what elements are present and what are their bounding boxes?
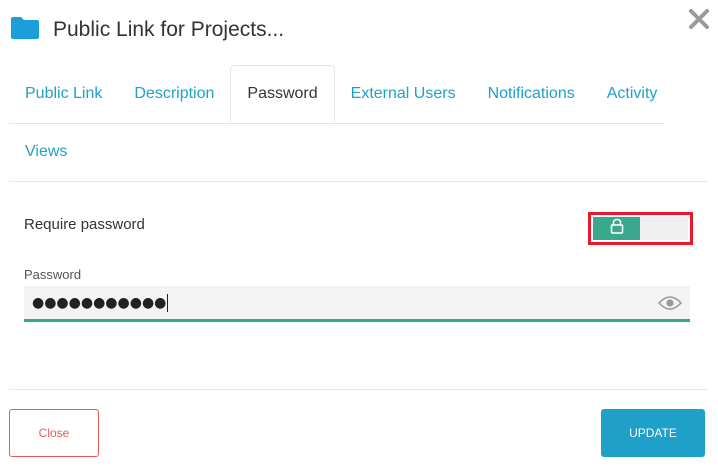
close-button[interactable]: Close bbox=[9, 409, 99, 457]
tab-description[interactable]: Description bbox=[118, 65, 230, 123]
update-button[interactable]: UPDATE bbox=[601, 409, 705, 457]
lock-icon bbox=[610, 218, 624, 239]
tab-public-link[interactable]: Public Link bbox=[9, 65, 118, 123]
tab-password[interactable]: Password bbox=[230, 65, 335, 123]
tab-views[interactable]: Views bbox=[9, 123, 83, 181]
require-password-toggle[interactable] bbox=[593, 217, 688, 240]
dialog-title: Public Link for Projects... bbox=[53, 18, 285, 41]
tab-divider bbox=[9, 123, 664, 124]
password-value: ●●●●●●●●●●● bbox=[32, 294, 169, 312]
require-password-label: Require password bbox=[24, 216, 145, 233]
password-field[interactable]: ●●●●●●●●●●● bbox=[24, 286, 690, 322]
folder-icon bbox=[11, 17, 39, 39]
toggle-on-segment bbox=[593, 217, 640, 240]
password-label: Password bbox=[24, 267, 82, 282]
tab-notifications[interactable]: Notifications bbox=[472, 65, 591, 123]
close-icon[interactable] bbox=[686, 6, 712, 32]
dialog-header: Public Link for Projects... bbox=[0, 0, 718, 62]
footer-divider bbox=[9, 389, 708, 390]
eye-icon[interactable] bbox=[657, 295, 683, 311]
tab-external-users[interactable]: External Users bbox=[335, 65, 472, 123]
tab-activity[interactable]: Activity bbox=[591, 65, 674, 123]
tab-divider bbox=[9, 181, 708, 182]
